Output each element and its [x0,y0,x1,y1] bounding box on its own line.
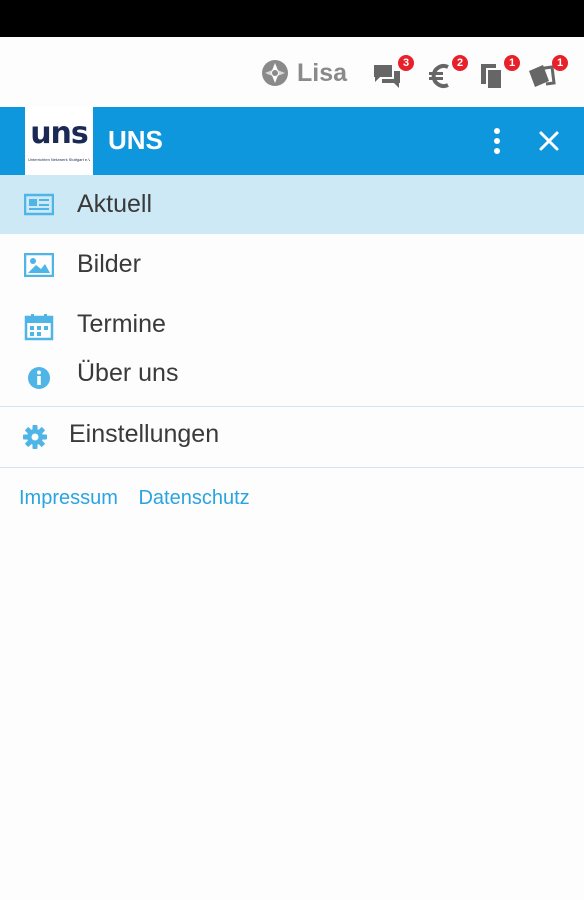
logo-text: uns [30,116,89,151]
user-name: Lisa [297,58,348,87]
nav-menu: Aktuell Bilder Termine Über uns Einstell… [0,175,584,468]
menu-divider [0,467,584,468]
close-icon [539,131,559,151]
menu-item-einstellungen[interactable]: Einstellungen [0,406,584,466]
tickets-badge: 1 [552,55,568,71]
top-bar: Lisa 3 2 1 1 [0,37,584,108]
menu-item-bilder[interactable]: Bilder [0,234,584,294]
info-icon [28,367,50,389]
documents-notification-button[interactable]: 1 [478,55,520,95]
more-options-button[interactable] [477,121,517,161]
tickets-notification-button[interactable]: 1 [526,55,568,95]
more-vert-icon [494,128,500,154]
chat-badge: 3 [398,55,414,71]
menu-item-label: Bilder [77,250,141,278]
menu-item-ueber-uns[interactable]: Über uns [0,349,584,406]
euro-notification-button[interactable]: 2 [426,55,468,95]
impressum-link[interactable]: Impressum [19,487,118,509]
chat-notification-button[interactable]: 3 [372,55,414,95]
menu-item-label: Einstellungen [69,420,220,448]
datenschutz-link[interactable]: Datenschutz [138,487,249,509]
app-header: uns Unterrichten Netzwerk Stuttgart e.V.… [0,107,584,175]
gear-icon [23,425,47,449]
menu-item-label: Aktuell [77,190,153,218]
close-button[interactable] [529,121,569,161]
euro-badge: 2 [452,55,468,71]
newspaper-icon [24,193,54,216]
app-logo: uns Unterrichten Netzwerk Stuttgart e.V. [25,107,93,175]
menu-item-termine[interactable]: Termine [0,294,584,349]
footer-links: Impressum Datenschutz [19,487,265,510]
menu-item-aktuell[interactable]: Aktuell [0,175,584,234]
logo-subtitle: Unterrichten Netzwerk Stuttgart e.V. [28,157,90,162]
image-icon [24,253,54,277]
user-switch-icon [262,60,288,86]
menu-item-label: Über uns [77,359,179,387]
menu-item-label: Termine [77,310,166,338]
status-bar [0,0,584,37]
app-title: UNS [108,125,163,155]
documents-badge: 1 [504,55,520,71]
user-switch[interactable]: Lisa [260,57,347,89]
calendar-icon [24,314,54,341]
